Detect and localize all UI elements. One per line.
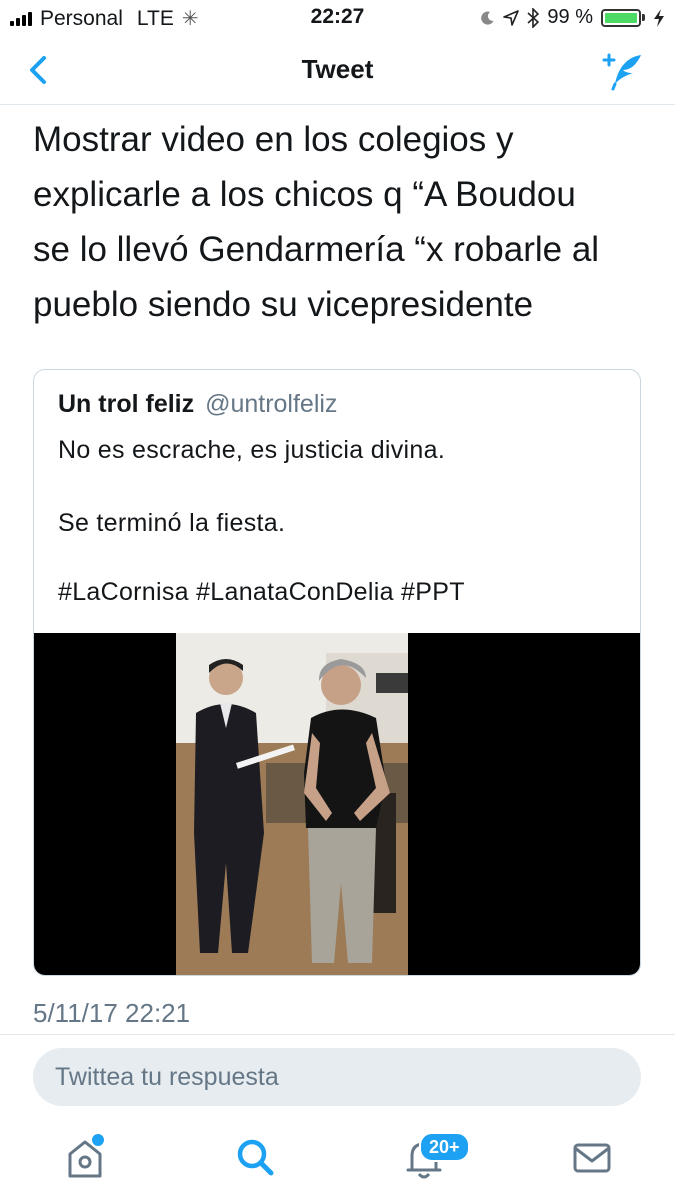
- bluetooth-icon: [527, 7, 540, 28]
- location-arrow-icon: [503, 9, 520, 26]
- tweet-text-line: explicarle a los chicos q “A Boudou: [33, 175, 576, 214]
- battery-icon: [601, 8, 645, 27]
- tab-bar: [0, 1118, 675, 1200]
- tab-home[interactable]: [61, 1132, 109, 1182]
- compose-feather-icon: [602, 53, 641, 91]
- quoted-author-handle: @untrolfeliz: [205, 390, 338, 418]
- quoted-tweet-card[interactable]: Un trol feliz @untrolfeliz No es escrach…: [33, 369, 641, 976]
- quoted-tweet-hashtags[interactable]: #LaCornisa #LanataConDelia #PPT: [58, 578, 465, 607]
- status-bar: Personal LTE ✳ 22:27 99 %: [0, 0, 675, 36]
- battery-percent: 99 %: [547, 6, 593, 28]
- tab-search[interactable]: [231, 1132, 279, 1182]
- tweet-text-line: se lo llevó Gendarmería “x robarle al: [33, 230, 600, 269]
- video-player[interactable]: [34, 633, 640, 975]
- reply-input[interactable]: Twittea tu respuesta: [33, 1048, 641, 1106]
- compose-tweet-button[interactable]: [601, 48, 647, 94]
- divider: [0, 1034, 675, 1035]
- quoted-tweet-header: Un trol feliz @untrolfeliz: [58, 390, 337, 419]
- nav-bar: Tweet: [0, 36, 675, 105]
- home-icon: [68, 1134, 104, 1178]
- video-frame: [176, 633, 408, 975]
- envelope-icon: [573, 1143, 611, 1173]
- tab-messages[interactable]: [568, 1132, 616, 1182]
- tweet-timestamp: 5/11/17 22:21: [33, 998, 191, 1028]
- video-scene-image: [176, 633, 408, 975]
- quoted-author-name: Un trol feliz: [58, 390, 195, 418]
- search-icon: [237, 1139, 274, 1176]
- tweet-text: Mostrar video en los colegios y explicar…: [33, 112, 653, 332]
- charging-bolt-icon: [654, 8, 664, 27]
- quoted-tweet-text: No es escrache, es justicia divina.: [58, 436, 446, 464]
- notifications-badge: 20+: [419, 1132, 470, 1162]
- quoted-tweet-text: Se terminó la fiesta.: [58, 509, 286, 537]
- tweet-text-line: pueblo siendo su vicepresidente: [33, 285, 534, 324]
- page-title: Tweet: [301, 54, 374, 84]
- tweet-text-line: Mostrar video en los colegios y: [33, 120, 514, 159]
- moon-icon: [481, 11, 494, 25]
